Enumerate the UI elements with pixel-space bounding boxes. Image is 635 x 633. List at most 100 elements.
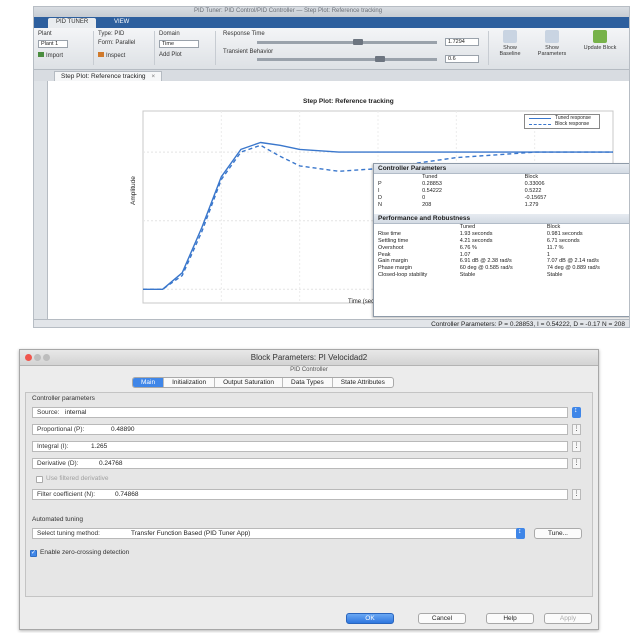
plant-select[interactable]: Plant 1 — [38, 40, 68, 48]
zero-crossing-label: Enable zero-crossing detection — [40, 549, 130, 556]
tuning-method-value: Transfer Function Based (PID Tuner App) — [131, 530, 251, 537]
tab-main[interactable]: Main — [133, 378, 165, 387]
proportional-field[interactable]: Proportional (P): 0.48890 — [32, 424, 568, 435]
show-baseline-button[interactable]: Show Baseline — [492, 30, 528, 62]
response-time-label: Response Time — [223, 31, 265, 37]
window-title-bar: PID Tuner: PID Control/PID Controller — … — [34, 7, 629, 17]
transient-behavior-label: Transient Behavior — [223, 49, 274, 55]
doc-tab-step-plot[interactable]: Step Plot: Reference tracking × — [54, 71, 163, 81]
plot-title: Step Plot: Reference tracking — [303, 98, 394, 105]
baseline-icon — [503, 30, 517, 43]
show-parameters-button[interactable]: Show Parameters — [534, 30, 570, 62]
controller-parameters-section-label: Controller parameters — [32, 395, 95, 402]
data-browser-sidebar[interactable] — [34, 81, 48, 327]
legend-entry-block: Block response — [525, 121, 599, 127]
integral-label: Integral (I): — [37, 443, 69, 450]
transient-behavior-slider[interactable] — [257, 56, 437, 62]
filter-coefficient-label: Filter coefficient (N): — [37, 491, 96, 498]
table-row: Peak 1.07 1 — [378, 251, 550, 258]
update-block-button[interactable]: Update Block — [582, 30, 618, 62]
import-icon — [38, 52, 44, 57]
form-label[interactable]: Form: Parallel — [98, 40, 135, 46]
type-label[interactable]: Type: PID — [98, 31, 124, 37]
integral-field[interactable]: Integral (I): 1.265 — [32, 441, 568, 452]
dialog-subtitle: PID Controller — [290, 367, 328, 373]
table-row: P 0.28853 0.33006 — [378, 181, 545, 188]
source-value: internal — [65, 409, 87, 416]
controller-parameters-title: Controller Parameters — [374, 164, 629, 174]
plant-label: Plant — [38, 31, 52, 37]
filter-coefficient-more-button[interactable]: ⋮ — [572, 489, 581, 500]
plot-legend: Tuned response Block response — [524, 114, 600, 129]
toolstrip: Plant Plant 1 Import Type: PID Form: Par… — [34, 28, 629, 70]
performance-table: Tuned Block Rise time 1.93 seconds 0.981 se… — [374, 224, 629, 278]
tune-button[interactable]: Tune... — [534, 528, 582, 539]
parameters-icon — [545, 30, 559, 43]
table-row: Overshoot 6.76 % 11.7 % — [378, 244, 564, 251]
response-time-knob[interactable] — [353, 39, 363, 45]
source-label: Source: — [37, 409, 60, 416]
proportional-value: 0.48890 — [111, 426, 135, 433]
filter-coefficient-field[interactable]: Filter coefficient (N): 0.74868 — [32, 489, 568, 500]
source-dropdown-icon[interactable] — [572, 407, 581, 418]
use-filtered-derivative-label: Use filtered derivative — [46, 475, 109, 482]
derivative-value: 0.24768 — [99, 460, 123, 467]
tab-pid-tuner[interactable]: PID TUNER — [48, 18, 97, 28]
tab-output-saturation[interactable]: Output Saturation — [215, 378, 284, 387]
import-button[interactable]: Import — [38, 52, 63, 59]
domain-label: Domain — [159, 31, 180, 37]
response-time-slider[interactable] — [257, 39, 437, 45]
derivative-more-button[interactable]: ⋮ — [572, 458, 581, 469]
tuning-method-dropdown-icon[interactable] — [516, 528, 525, 539]
integral-more-button[interactable]: ⋮ — [572, 441, 581, 452]
inspect-button[interactable]: Inspect — [98, 52, 125, 59]
ribbon-tab-strip: PID TUNER VIEW — [34, 17, 629, 28]
table-row: Gain margin 6.91 dB @ 2.38 rad/s 7.07 dB @… — [378, 258, 599, 265]
block-parameters-dialog: Block Parameters: PI Velocidad2 PID Cont… — [19, 349, 599, 630]
ok-button[interactable]: OK — [346, 613, 394, 624]
table-row: D 0 -0.15657 — [378, 194, 547, 201]
close-icon[interactable]: × — [151, 73, 155, 80]
filter-coefficient-value: 0.74868 — [115, 491, 139, 498]
transient-behavior-field[interactable]: 0.6 — [445, 55, 479, 63]
tab-initialization[interactable]: Initialization — [164, 378, 216, 387]
tab-state-attributes[interactable]: State Attributes — [333, 378, 393, 387]
automated-tuning-section-label: Automated tuning — [32, 516, 83, 523]
status-text: Controller Parameters: P = 0.28853, I = … — [431, 321, 625, 328]
transient-behavior-knob[interactable] — [375, 56, 385, 62]
controller-parameters-table: Tuned Block P 0.28853 0.33006 I 0.54222 0.522… — [374, 174, 629, 208]
tab-view[interactable]: VIEW — [106, 18, 137, 28]
tab-data-types[interactable]: Data Types — [283, 378, 333, 387]
y-axis-label: Amplitude — [130, 176, 137, 205]
use-filtered-derivative-checkbox[interactable] — [36, 476, 43, 483]
inspect-icon — [98, 52, 104, 57]
cancel-button[interactable]: Cancel — [418, 613, 466, 624]
source-select[interactable]: Source: internal — [32, 407, 568, 418]
show-parameters-label: Show Parameters — [537, 45, 567, 57]
table-row: N 208 1.279 — [378, 201, 539, 208]
integral-value: 1.265 — [91, 443, 108, 450]
response-time-field[interactable]: 1.7294 — [445, 38, 479, 46]
derivative-label: Derivative (D): — [37, 460, 79, 467]
dialog-title: Block Parameters: PI Velocidad2 — [250, 353, 368, 362]
status-bar: Controller Parameters: P = 0.28853, I = … — [34, 319, 629, 328]
tuning-method-select[interactable]: Select tuning method: Transfer Function … — [32, 528, 524, 539]
help-button[interactable]: Help — [486, 613, 534, 624]
proportional-more-button[interactable]: ⋮ — [572, 424, 581, 435]
apply-button[interactable]: Apply — [544, 613, 592, 624]
table-row: Phase margin 60 deg @ 0.585 rad/s 74 deg @… — [378, 265, 600, 272]
doc-tab-label: Step Plot: Reference tracking — [61, 73, 146, 80]
tuning-sliders-group: Response Time 1.7294 Transient Behavior … — [217, 31, 489, 65]
table-header-row: Tuned Block — [459, 224, 561, 231]
derivative-field[interactable]: Derivative (D): 0.24768 — [32, 458, 568, 469]
domain-select[interactable]: Time — [159, 40, 199, 48]
zero-crossing-checkbox[interactable] — [30, 549, 37, 557]
tuning-method-label: Select tuning method: — [37, 530, 100, 537]
add-plot-button[interactable]: Add Plot — [159, 52, 182, 58]
dialog-tab-bar: Main Initialization Output Saturation Da… — [132, 377, 394, 388]
plot-pane: Step Plot: Reference tracking Amplitude … — [48, 81, 629, 319]
window-title: PID Tuner: PID Control/PID Controller — … — [194, 8, 383, 14]
dialog-footer: OK Cancel Help Apply — [20, 606, 598, 629]
table-header-row: Tuned Block — [422, 174, 539, 181]
table-row: Rise time 1.93 seconds 0.981 seconds — [378, 231, 583, 238]
